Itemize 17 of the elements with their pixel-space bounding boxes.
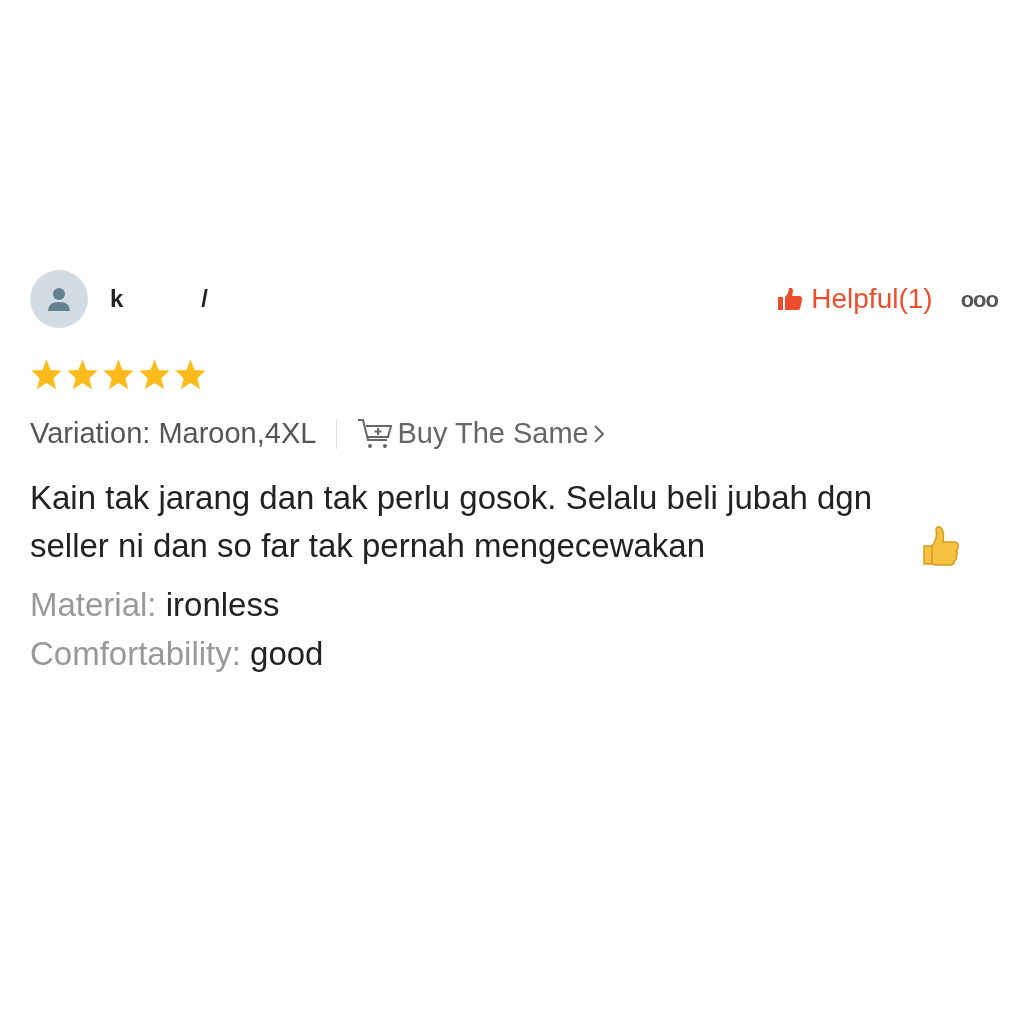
star-icon: [174, 358, 207, 390]
attribute-line: Comfortability: good: [30, 633, 325, 674]
star-icon: [30, 358, 63, 390]
variation-text: Variation: Maroon,4XL: [30, 416, 317, 451]
cart-plus-icon: [357, 417, 394, 450]
username-text: /: [201, 284, 209, 314]
username-text: k: [110, 284, 124, 314]
star-icon: [102, 358, 135, 390]
thumbs-up-icon: [777, 286, 804, 312]
star-icon: [66, 358, 99, 390]
star-icon: [138, 358, 171, 390]
buy-the-same-link[interactable]: Buy The Same: [357, 412, 605, 456]
attribute-line: Material: ironless: [30, 584, 281, 625]
more-options[interactable]: ooo: [960, 282, 998, 316]
person-icon: [46, 286, 72, 312]
chevron-right-icon: [592, 423, 605, 444]
helpful-button[interactable]: Helpful(1): [777, 278, 933, 320]
